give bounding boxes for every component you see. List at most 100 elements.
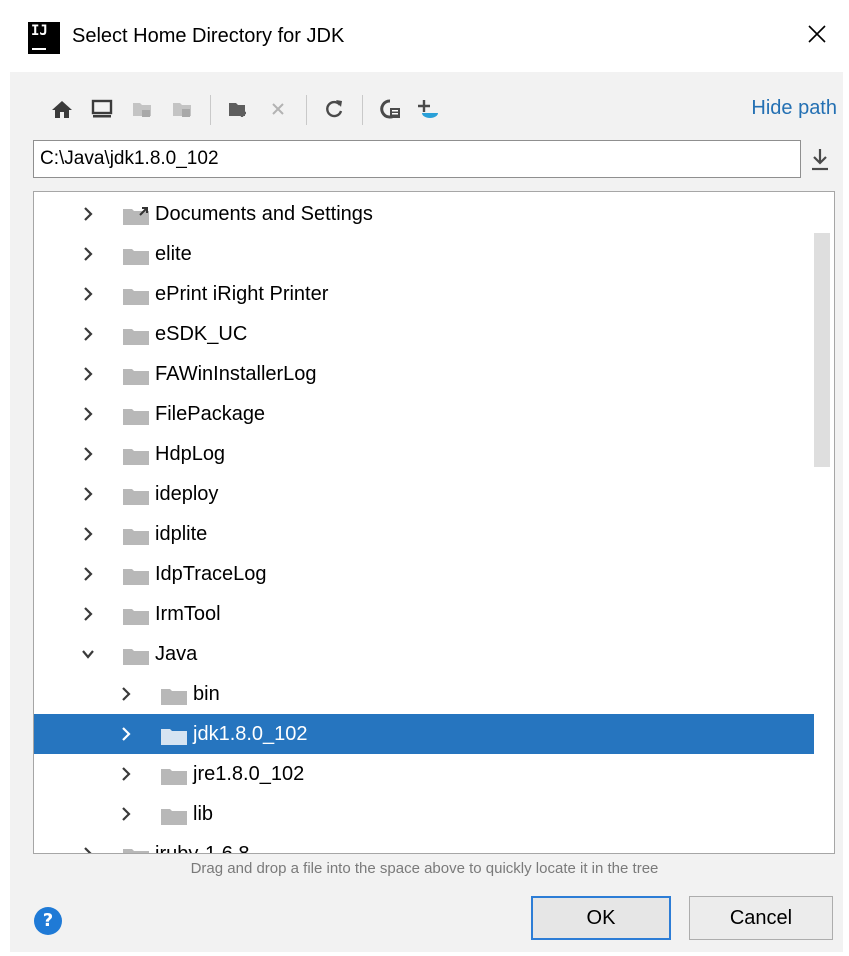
folder-icon xyxy=(123,489,149,505)
folder-icon xyxy=(123,329,149,345)
tree-item[interactable]: FilePackage xyxy=(34,394,814,434)
tree-item-label: ePrint iRight Printer xyxy=(155,283,329,305)
tree-item[interactable]: eSDK_UC xyxy=(34,314,814,354)
tree-item-label: elite xyxy=(155,243,192,265)
add-jdk-button[interactable] xyxy=(412,93,444,125)
tree-item-label: eSDK_UC xyxy=(155,323,248,345)
chevron-down-icon[interactable] xyxy=(80,646,96,662)
cancel-button[interactable]: Cancel xyxy=(689,896,833,940)
tree-item[interactable]: lib xyxy=(34,794,814,834)
desktop-icon xyxy=(91,99,113,118)
tree-item[interactable]: FAWinInstallerLog xyxy=(34,354,814,394)
folder-icon xyxy=(123,649,149,665)
tree-scrollbar[interactable] xyxy=(814,233,830,467)
chevron-right-icon[interactable] xyxy=(80,406,96,422)
tree-item-label: bin xyxy=(193,683,220,705)
tree-item-label: jdk1.8.0_102 xyxy=(193,723,308,745)
download-button[interactable] xyxy=(805,144,835,174)
help-button[interactable]: ? xyxy=(34,907,62,935)
tree-item-label: ideploy xyxy=(155,483,219,505)
project-button[interactable] xyxy=(126,93,158,125)
tree-item[interactable]: jre1.8.0_102 xyxy=(34,754,814,794)
path-row xyxy=(33,140,835,180)
add-jdk-icon xyxy=(418,100,438,118)
chevron-right-icon[interactable] xyxy=(80,246,96,262)
chevron-right-icon[interactable] xyxy=(80,326,96,342)
tree-item[interactable]: bin xyxy=(34,674,814,714)
close-button[interactable] xyxy=(799,16,835,52)
chevron-right-icon[interactable] xyxy=(80,526,96,542)
title-bar: IJ Select Home Directory for JDK xyxy=(0,0,849,72)
chevron-right-icon[interactable] xyxy=(80,606,96,622)
tree-item[interactable]: ideploy xyxy=(34,474,814,514)
toolbar-separator xyxy=(306,95,307,125)
tree-item[interactable]: IdpTraceLog xyxy=(34,554,814,594)
chevron-right-icon[interactable] xyxy=(80,486,96,502)
tree-item-label: idplite xyxy=(155,523,208,545)
tree-item-label: IdpTraceLog xyxy=(155,563,267,585)
tree-item-label: Documents and Settings xyxy=(155,203,373,225)
tree-item[interactable]: idplite xyxy=(34,514,814,554)
chevron-right-icon[interactable] xyxy=(118,806,134,822)
folder-shortcut-icon xyxy=(123,207,149,225)
desktop-button[interactable] xyxy=(86,93,118,125)
close-icon xyxy=(808,25,826,43)
tree-item-selected[interactable]: jdk1.8.0_102 xyxy=(34,714,814,754)
tree-item-label: IrmTool xyxy=(155,603,221,625)
chevron-right-icon[interactable] xyxy=(118,766,134,782)
folder-icon xyxy=(123,569,149,585)
drag-drop-hint: Drag and drop a file into the space abov… xyxy=(190,860,659,877)
folder-icon xyxy=(123,449,149,465)
file-tree[interactable]: Documents and Settings elite ePrint iRight… xyxy=(33,191,835,854)
home-icon xyxy=(52,101,72,118)
new-folder-icon xyxy=(229,103,246,117)
chevron-right-icon[interactable] xyxy=(80,566,96,582)
folder-icon xyxy=(123,249,149,265)
download-icon xyxy=(812,149,828,171)
chevron-right-icon[interactable] xyxy=(118,726,134,742)
folder-icon xyxy=(161,809,187,825)
folder-icon xyxy=(123,369,149,385)
new-folder-button[interactable] xyxy=(222,93,254,125)
module-button[interactable] xyxy=(166,93,198,125)
tree-item-label: HdpLog xyxy=(155,443,226,465)
chevron-right-icon[interactable] xyxy=(80,206,96,222)
chevron-right-icon[interactable] xyxy=(80,286,96,302)
home-button[interactable] xyxy=(46,93,78,125)
folder-icon xyxy=(123,849,149,853)
chevron-right-icon[interactable] xyxy=(80,366,96,382)
tree-item-label: Java xyxy=(155,643,198,665)
tree-item-label: jruby-1.6.8 xyxy=(155,843,250,854)
chevron-right-icon[interactable] xyxy=(80,446,96,462)
tree-item[interactable]: Documents and Settings xyxy=(34,194,814,234)
module-icon xyxy=(173,103,191,117)
path-input[interactable] xyxy=(33,140,801,178)
ok-button[interactable]: OK xyxy=(531,896,671,940)
tree-item-label: lib xyxy=(193,803,214,825)
folder-icon xyxy=(161,769,187,785)
tree-item[interactable]: elite xyxy=(34,234,814,274)
folder-icon xyxy=(123,409,149,425)
toolbar: Hide path xyxy=(10,85,843,135)
intellij-logo-icon: IJ xyxy=(28,22,60,54)
show-hidden-icon xyxy=(380,99,400,119)
tree-item[interactable]: Java xyxy=(34,634,814,674)
tree-item[interactable]: jruby-1.6.8 xyxy=(34,834,814,854)
hide-path-link[interactable]: Hide path xyxy=(751,97,837,120)
chevron-right-icon[interactable] xyxy=(80,846,96,854)
folder-icon xyxy=(161,689,187,705)
dialog-title: Select Home Directory for JDK xyxy=(72,25,345,47)
tree-item[interactable]: ePrint iRight Printer xyxy=(34,274,814,314)
refresh-button[interactable] xyxy=(318,93,350,125)
project-icon xyxy=(133,103,151,117)
delete-button[interactable] xyxy=(262,93,294,125)
show-hidden-button[interactable] xyxy=(374,93,406,125)
delete-icon xyxy=(272,103,284,115)
tree-item[interactable]: IrmTool xyxy=(34,594,814,634)
tree-item-label: FAWinInstallerLog xyxy=(155,363,317,385)
chevron-right-icon[interactable] xyxy=(118,686,134,702)
folder-icon xyxy=(123,609,149,625)
tree-item-label: FilePackage xyxy=(155,403,266,425)
tree-item[interactable]: HdpLog xyxy=(34,434,814,474)
folder-icon xyxy=(123,529,149,545)
